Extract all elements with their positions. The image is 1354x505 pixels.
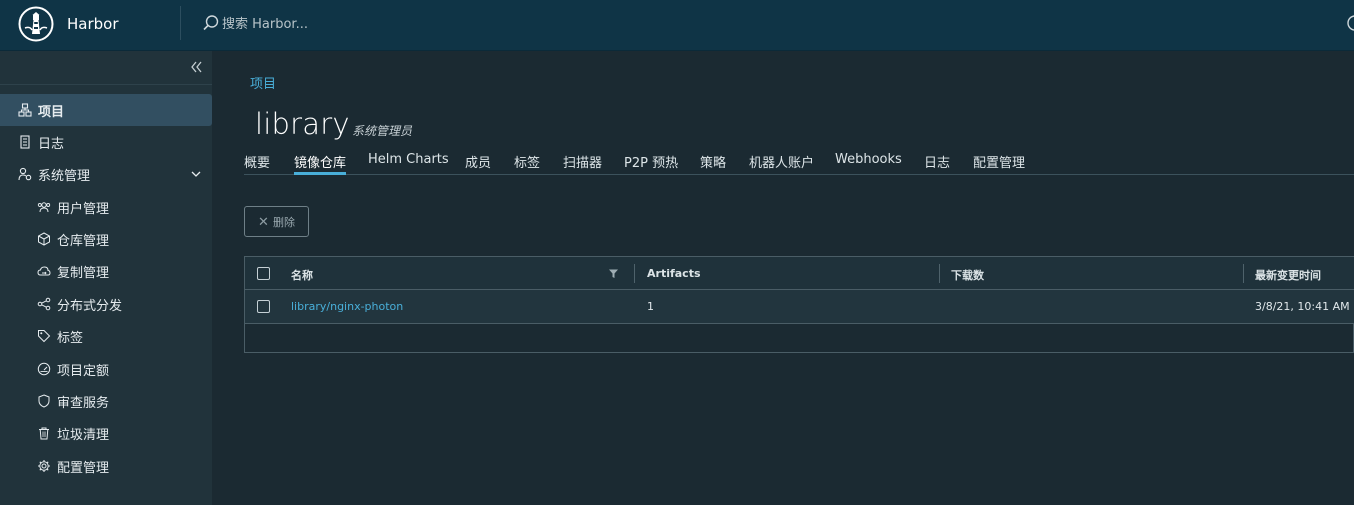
tab-scanners[interactable]: 扫描器	[563, 152, 602, 174]
sidebar-item-interrogation-services[interactable]: 审查服务	[0, 385, 212, 417]
sidebar-item-distributions[interactable]: 分布式分发	[0, 288, 212, 320]
log-icon	[18, 135, 32, 149]
sidebar-item-label: 系统管理	[38, 168, 91, 184]
share-icon	[37, 297, 51, 311]
sidebar-item-garbage-collection[interactable]: 垃圾清理	[0, 417, 212, 449]
tag-icon	[37, 329, 51, 343]
delete-button-label: 删除	[272, 216, 295, 229]
tab-repositories[interactable]: 镜像仓库	[294, 152, 347, 175]
box-icon	[37, 232, 51, 246]
sidebar-item-project-quotas[interactable]: 项目定额	[0, 353, 212, 385]
sidebar-item-label: 审查服务	[57, 395, 110, 411]
tab-helm-charts[interactable]: Helm Charts	[368, 152, 449, 174]
tab-p2p-preheat[interactable]: P2P 预热	[624, 152, 678, 174]
sidebar-item-label: 项目	[38, 104, 65, 120]
artifacts-count: 1	[647, 300, 654, 313]
sidebar-item-label: 项目定额	[57, 363, 110, 379]
sidebar-item-label: 标签	[57, 330, 84, 346]
tab-members[interactable]: 成员	[465, 152, 491, 174]
breadcrumb[interactable]: 项目	[250, 73, 276, 92]
column-header-last-modified[interactable]: 最新变更时间	[1255, 267, 1321, 283]
table-row[interactable]: library/nginx-photon 1 3/8/21, 10:41 AM	[245, 290, 1354, 324]
column-header-artifacts[interactable]: Artifacts	[647, 267, 701, 280]
select-all-checkbox[interactable]	[257, 267, 270, 280]
sidebar-item-registries[interactable]: 仓库管理	[0, 223, 212, 255]
sidebar-item-projects[interactable]: 项目	[0, 94, 212, 126]
project-tabs: 概要 镜像仓库 Helm Charts 成员 标签 扫描器 P2P 预热 策略 …	[244, 144, 1354, 175]
shield-icon	[37, 394, 51, 408]
column-header-downloads[interactable]: 下载数	[951, 267, 984, 283]
sidebar-item-label: 用户管理	[57, 201, 110, 217]
tab-logs[interactable]: 日志	[924, 152, 950, 174]
sidebar-item-label: 仓库管理	[57, 233, 110, 249]
sidebar-item-replications[interactable]: 复制管理	[0, 255, 212, 287]
page-title: library	[255, 107, 350, 141]
sidebar-item-users[interactable]: 用户管理	[0, 191, 212, 223]
close-icon: ✕	[258, 213, 269, 229]
top-header: Harbor	[0, 0, 1354, 51]
project-icon	[18, 103, 32, 117]
tab-robot-accounts[interactable]: 机器人账户	[749, 152, 814, 174]
sidebar-item-system-admin[interactable]: 系统管理	[0, 158, 212, 190]
gear-icon	[37, 459, 51, 473]
table-header: 名称 Artifacts 下载数 最新变更时间	[245, 257, 1354, 290]
tab-policy[interactable]: 策略	[700, 152, 726, 174]
last-modified-time: 3/8/21, 10:41 AM	[1255, 300, 1350, 313]
sidebar: 项目 日志 系统管理 用户管理 仓库管理 复制管理 分布式分发 标签 项目定额 …	[0, 51, 212, 505]
user-role: 系统管理员	[352, 124, 413, 138]
sidebar-item-label: 垃圾清理	[57, 427, 110, 443]
search-icon	[203, 15, 219, 31]
main-content: 项目 library 系统管理员 概要 镜像仓库 Helm Charts 成员 …	[212, 51, 1354, 505]
column-header-name[interactable]: 名称	[291, 267, 313, 283]
quota-gauge-icon	[37, 362, 51, 376]
repositories-table: 名称 Artifacts 下载数 最新变更时间 library/nginx-ph…	[244, 256, 1354, 353]
harbor-logo-icon[interactable]	[18, 6, 54, 42]
repository-name-link[interactable]: library/nginx-photon	[291, 300, 403, 313]
column-divider[interactable]	[1243, 264, 1244, 283]
tab-labels[interactable]: 标签	[514, 152, 540, 174]
app-name[interactable]: Harbor	[67, 15, 119, 33]
header-divider	[180, 6, 181, 40]
column-divider[interactable]	[634, 264, 635, 283]
sidebar-divider	[0, 84, 212, 85]
collapse-sidebar-icon[interactable]	[186, 57, 206, 77]
row-checkbox[interactable]	[257, 300, 270, 313]
tab-webhooks[interactable]: Webhooks	[835, 152, 902, 174]
tab-summary[interactable]: 概要	[244, 152, 270, 174]
sidebar-item-configuration[interactable]: 配置管理	[0, 450, 212, 482]
column-divider[interactable]	[939, 264, 940, 283]
sidebar-item-label: 分布式分发	[57, 298, 123, 314]
users-icon	[37, 200, 51, 214]
help-icon[interactable]	[1346, 14, 1354, 32]
search-input[interactable]	[220, 13, 524, 35]
sidebar-item-logs[interactable]: 日志	[0, 126, 212, 158]
admin-icon	[18, 167, 32, 181]
sidebar-item-label: 复制管理	[57, 265, 110, 281]
filter-icon[interactable]	[609, 269, 618, 278]
sidebar-item-label: 日志	[38, 136, 65, 152]
delete-button[interactable]: ✕ 删除	[244, 206, 309, 237]
cloud-sync-icon	[37, 264, 51, 278]
tab-configuration[interactable]: 配置管理	[973, 152, 1025, 174]
sidebar-item-labels[interactable]: 标签	[0, 320, 212, 352]
trash-icon	[37, 426, 51, 440]
chevron-down-icon[interactable]	[190, 168, 202, 180]
sidebar-item-label: 配置管理	[57, 460, 110, 476]
